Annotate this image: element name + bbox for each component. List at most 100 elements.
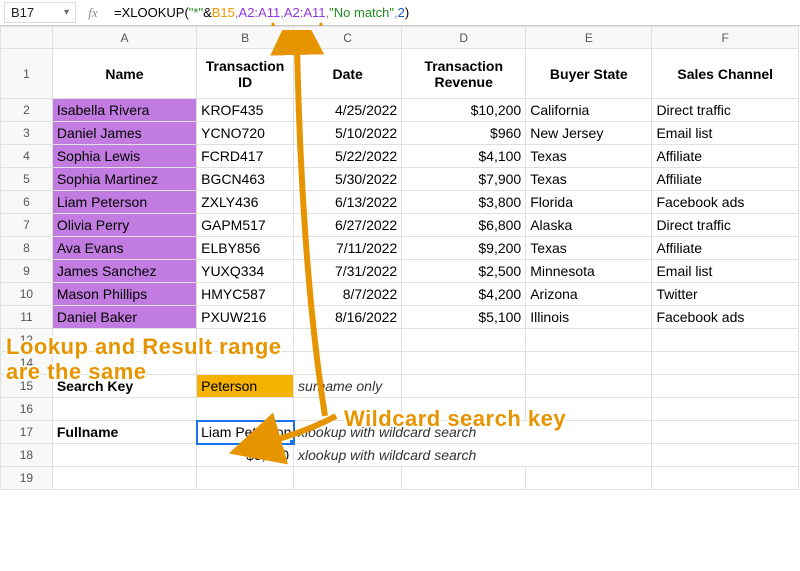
cell-rev[interactable]: $7,900 (402, 168, 526, 191)
cell-tid[interactable]: FCRD417 (197, 145, 294, 168)
cell-rev[interactable]: $10,200 (402, 99, 526, 122)
cell-date[interactable]: 5/22/2022 (294, 145, 402, 168)
row-header[interactable]: 16 (1, 398, 53, 421)
fullname-label[interactable]: Fullname (52, 421, 196, 444)
cell-channel[interactable]: Affiliate (652, 168, 799, 191)
result-value[interactable]: $3,800 (197, 444, 294, 467)
cell-channel[interactable]: Affiliate (652, 145, 799, 168)
col-header[interactable]: E (526, 27, 652, 49)
row-header[interactable]: 8 (1, 237, 53, 260)
row-header[interactable]: 1 (1, 49, 53, 99)
row-header[interactable]: 10 (1, 283, 53, 306)
cell-name[interactable]: Isabella Rivera (52, 99, 196, 122)
cell-name[interactable]: Sophia Lewis (52, 145, 196, 168)
col-header[interactable]: B (197, 27, 294, 49)
cell-channel[interactable]: Facebook ads (652, 191, 799, 214)
cell-state[interactable]: Texas (526, 237, 652, 260)
cell-rev[interactable]: $5,100 (402, 306, 526, 329)
result-hint[interactable]: xlookup with wildcard search (294, 444, 652, 467)
header-state[interactable]: Buyer State (526, 49, 652, 99)
search-key-label[interactable]: Search Key (52, 375, 196, 398)
header-date[interactable]: Date (294, 49, 402, 99)
row-header[interactable]: 4 (1, 145, 53, 168)
cell-state[interactable]: California (526, 99, 652, 122)
cell-name[interactable]: James Sanchez (52, 260, 196, 283)
cell-state[interactable]: Alaska (526, 214, 652, 237)
cell-channel[interactable]: Email list (652, 260, 799, 283)
cell-channel[interactable]: Direct traffic (652, 99, 799, 122)
col-header[interactable]: D (402, 27, 526, 49)
dropdown-icon[interactable]: ▾ (64, 7, 69, 18)
cell-name[interactable]: Daniel Baker (52, 306, 196, 329)
col-header[interactable]: C (294, 27, 402, 49)
cell-rev[interactable]: $6,800 (402, 214, 526, 237)
cell-rev[interactable]: $4,200 (402, 283, 526, 306)
formula-input[interactable]: =XLOOKUP("*"&B15,A2:A11,A2:A11,"No match… (110, 5, 796, 20)
cell-state[interactable]: New Jersey (526, 122, 652, 145)
cell-date[interactable]: 8/7/2022 (294, 283, 402, 306)
cell-channel[interactable]: Email list (652, 122, 799, 145)
row-header[interactable]: 9 (1, 260, 53, 283)
cell-state[interactable]: Texas (526, 145, 652, 168)
cell-state[interactable]: Illinois (526, 306, 652, 329)
row-header[interactable]: 12 (1, 329, 53, 352)
cell-rev[interactable]: $960 (402, 122, 526, 145)
search-key-hint[interactable]: surname only (294, 375, 402, 398)
cell-tid[interactable]: PXUW216 (197, 306, 294, 329)
fill-handle[interactable] (290, 440, 294, 444)
cell-date[interactable]: 8/16/2022 (294, 306, 402, 329)
cell-tid[interactable]: KROF435 (197, 99, 294, 122)
cell-tid[interactable]: YCNO720 (197, 122, 294, 145)
cell-date[interactable]: 6/13/2022 (294, 191, 402, 214)
row-header[interactable]: 2 (1, 99, 53, 122)
row-header[interactable]: 11 (1, 306, 53, 329)
header-name[interactable]: Name (52, 49, 196, 99)
cell-name[interactable]: Olivia Perry (52, 214, 196, 237)
cell-name[interactable]: Sophia Martinez (52, 168, 196, 191)
row-header[interactable]: 5 (1, 168, 53, 191)
cell-date[interactable]: 5/30/2022 (294, 168, 402, 191)
search-key-value[interactable]: Peterson (197, 375, 294, 398)
name-box[interactable]: B17 ▾ (4, 2, 76, 23)
row-header[interactable]: 15 (1, 375, 53, 398)
spreadsheet-grid[interactable]: A B C D E F 1 Name Transaction ID Date T… (0, 26, 800, 490)
col-header[interactable]: A (52, 27, 196, 49)
row-header[interactable]: 19 (1, 467, 53, 490)
cell-channel[interactable]: Direct traffic (652, 214, 799, 237)
row-header[interactable]: 7 (1, 214, 53, 237)
active-cell[interactable]: Liam Peterson (197, 421, 294, 444)
cell-name[interactable]: Daniel James (52, 122, 196, 145)
cell-tid[interactable]: GAPM517 (197, 214, 294, 237)
cell-date[interactable]: 5/10/2022 (294, 122, 402, 145)
cell-rev[interactable]: $3,800 (402, 191, 526, 214)
cell-state[interactable]: Minnesota (526, 260, 652, 283)
fullname-hint[interactable]: xlookup with wildcard search (294, 421, 652, 444)
cell-rev[interactable]: $9,200 (402, 237, 526, 260)
cell-tid[interactable]: YUXQ334 (197, 260, 294, 283)
row-header[interactable]: 14 (1, 352, 53, 375)
cell-name[interactable]: Ava Evans (52, 237, 196, 260)
row-header[interactable]: 6 (1, 191, 53, 214)
cell-tid[interactable]: BGCN463 (197, 168, 294, 191)
cell-tid[interactable]: ZXLY436 (197, 191, 294, 214)
fx-icon[interactable]: fx (76, 5, 110, 21)
cell-state[interactable]: Arizona (526, 283, 652, 306)
cell-rev[interactable]: $4,100 (402, 145, 526, 168)
cell-channel[interactable]: Twitter (652, 283, 799, 306)
cell-date[interactable]: 4/25/2022 (294, 99, 402, 122)
col-header[interactable]: F (652, 27, 799, 49)
header-tid[interactable]: Transaction ID (197, 49, 294, 99)
cell-tid[interactable]: HMYC587 (197, 283, 294, 306)
cell-channel[interactable]: Affiliate (652, 237, 799, 260)
row-header[interactable]: 3 (1, 122, 53, 145)
header-rev[interactable]: Transaction Revenue (402, 49, 526, 99)
cell-date[interactable]: 7/31/2022 (294, 260, 402, 283)
cell-date[interactable]: 6/27/2022 (294, 214, 402, 237)
cell-state[interactable]: Florida (526, 191, 652, 214)
row-header[interactable]: 18 (1, 444, 53, 467)
row-header[interactable]: 17 (1, 421, 53, 444)
cell-channel[interactable]: Facebook ads (652, 306, 799, 329)
cell-name[interactable]: Liam Peterson (52, 191, 196, 214)
corner-cell[interactable] (1, 27, 53, 49)
header-channel[interactable]: Sales Channel (652, 49, 799, 99)
